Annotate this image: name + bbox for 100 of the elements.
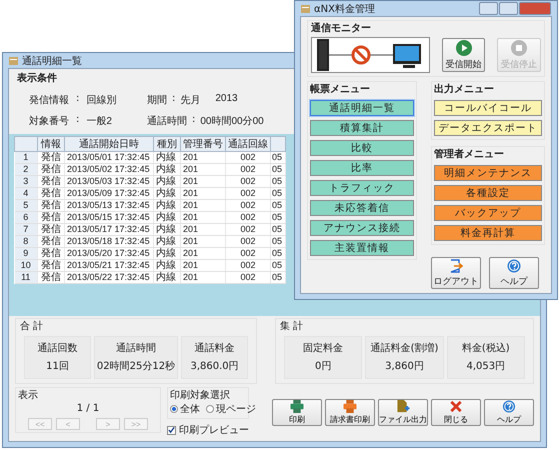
- table-cell: 2013/05/21 17:32:45: [64, 260, 154, 272]
- table-cell: 内線: [154, 224, 180, 236]
- field-value: 00時間00分00: [200, 114, 264, 128]
- table-cell: 発信: [38, 224, 64, 236]
- table-cell: 発信: [38, 152, 64, 164]
- table-corner: [14, 136, 38, 152]
- table-cell: 002: [226, 236, 270, 248]
- menu-button[interactable]: 料金再計算: [434, 225, 542, 241]
- toolbar-button[interactable]: 請求書印刷: [325, 399, 375, 426]
- table-cell: 内線: [154, 248, 180, 260]
- column-header: 種別: [154, 136, 180, 152]
- table-cell: 002: [226, 164, 270, 176]
- table-cell: 201: [180, 188, 226, 200]
- row-number: 2: [14, 164, 38, 176]
- table-cell: 05: [270, 152, 286, 164]
- table-cell: 002: [226, 200, 270, 212]
- table-cell: 内線: [154, 200, 180, 212]
- checkbox[interactable]: [167, 426, 176, 434]
- table-cell: 201: [180, 224, 226, 236]
- table-cell: 内線: [154, 260, 180, 272]
- table-cell: 201: [180, 152, 226, 164]
- monitor-button[interactable]: 受信開始: [442, 38, 486, 72]
- radio-button[interactable]: [206, 405, 214, 413]
- action-button[interactable]: ログアウト: [431, 257, 481, 289]
- table-cell: 内線: [154, 212, 180, 224]
- field-label: 期間: [147, 94, 167, 107]
- field-label: 対象番号: [29, 114, 69, 128]
- row-number: 10: [14, 260, 38, 272]
- table-cell: 002: [226, 188, 270, 200]
- menu-button[interactable]: 各種設定: [434, 185, 542, 201]
- group-title: 集 計: [280, 320, 304, 333]
- radio-label: 現ページ: [216, 403, 256, 416]
- radio-option[interactable]: 現ページ: [206, 402, 256, 416]
- summary-label: 通話料金(割増): [370, 342, 438, 355]
- menu-button[interactable]: 比率: [310, 160, 414, 176]
- table-cell: 05: [270, 176, 286, 188]
- page-indicator: 1 / 1: [76, 403, 100, 414]
- row-number: 3: [14, 176, 38, 188]
- menu-button[interactable]: データエクスポート: [434, 120, 542, 136]
- summary-value: 11回: [46, 360, 69, 373]
- menu-button[interactable]: 通話明細一覧: [310, 100, 414, 116]
- group-title: 出力メニュー: [434, 82, 495, 96]
- column-header: [270, 136, 286, 152]
- menu-button[interactable]: アナウンス接続: [310, 220, 414, 236]
- summary-label: 通話料金: [194, 342, 235, 355]
- table-cell: 201: [180, 176, 226, 188]
- radio-option[interactable]: 全体: [170, 402, 200, 416]
- table-cell: 201: [180, 212, 226, 224]
- table-cell: 05: [270, 260, 286, 272]
- group-title: 表示: [18, 388, 38, 402]
- table-cell: 2013/05/03 17:32:45: [64, 176, 154, 188]
- toolbar-button[interactable]: ファイル出力: [378, 399, 428, 426]
- toolbar-button[interactable]: ヘルプ: [484, 399, 534, 426]
- summary-value: 0円: [314, 360, 332, 373]
- column-header: 情報: [38, 136, 64, 152]
- summary-label: 通話時間: [116, 342, 156, 355]
- toolbar-button[interactable]: 閉じる: [431, 399, 481, 426]
- table-cell: 002: [226, 272, 270, 284]
- menu-button[interactable]: 主装置情報: [310, 240, 414, 256]
- summary-label: 通話回数: [37, 342, 78, 355]
- table-cell: 05: [270, 164, 286, 176]
- table-cell: 発信: [38, 200, 64, 212]
- field-label: 発信情報: [29, 94, 69, 107]
- printer-icon: [290, 400, 304, 413]
- table-cell: 05: [270, 224, 286, 236]
- maximize-button[interactable]: [499, 2, 518, 15]
- summary-label: 固定料金: [303, 342, 344, 355]
- table-cell: 201: [180, 260, 226, 272]
- menu-button[interactable]: コールバイコール: [434, 100, 542, 116]
- table-cell: 05: [270, 236, 286, 248]
- table-cell: 2013/05/15 17:32:45: [64, 212, 154, 224]
- table-cell: 内線: [154, 272, 180, 284]
- column-header: 通話回線: [226, 136, 270, 152]
- table-cell: 発信: [38, 188, 64, 200]
- minimize-button[interactable]: [479, 2, 498, 15]
- menu-button[interactable]: トラフィック: [310, 180, 414, 196]
- menu-button[interactable]: 未応答着信: [310, 200, 414, 216]
- menu-button[interactable]: バックアップ: [434, 205, 542, 221]
- row-number: 1: [14, 152, 38, 164]
- summary-label: 料金(税込): [462, 342, 510, 355]
- help-icon: [502, 400, 516, 413]
- table-cell: 発信: [38, 248, 64, 260]
- field-value: 2013: [215, 93, 238, 106]
- separator: :: [192, 114, 196, 127]
- menu-button[interactable]: 明細メンテナンス: [434, 165, 542, 181]
- table-cell: 05: [270, 212, 286, 224]
- menu-button[interactable]: 比較: [310, 140, 414, 156]
- radio-button[interactable]: [170, 405, 178, 413]
- column-header: 管理番号: [180, 136, 226, 152]
- printer-icon: [343, 400, 357, 413]
- toolbar-button[interactable]: 印刷: [272, 399, 322, 426]
- table-cell: 発信: [38, 164, 64, 176]
- table-cell: 2013/05/22 17:32:45: [64, 272, 154, 284]
- column-header: 通話開始日時: [64, 136, 154, 152]
- table-cell: 内線: [154, 152, 180, 164]
- action-button[interactable]: ヘルプ: [489, 257, 539, 289]
- summary-value: 3,860円: [385, 360, 424, 373]
- preview-option[interactable]: 印刷プレビュー: [167, 423, 249, 437]
- table-cell: 05: [270, 248, 286, 260]
- menu-button[interactable]: 積算集計: [310, 120, 414, 136]
